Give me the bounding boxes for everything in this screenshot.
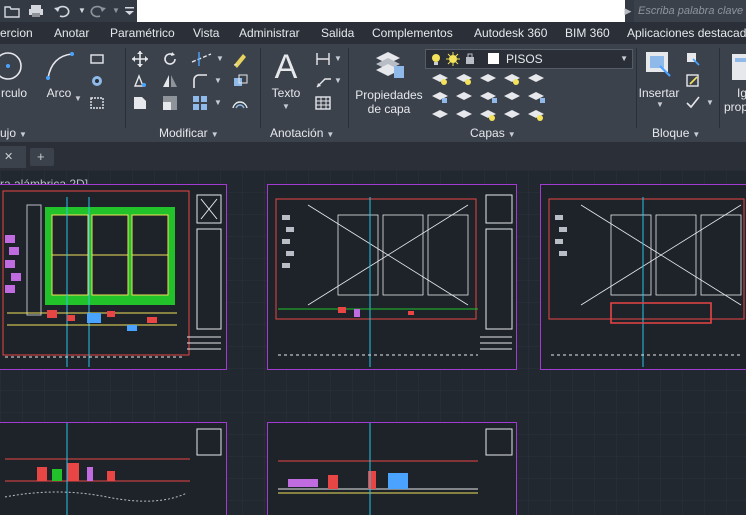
mirror-icon[interactable] <box>161 72 179 90</box>
trim-dropdown-icon[interactable]: ▼ <box>216 54 224 63</box>
layer-properties-label-2: de capa <box>367 102 411 116</box>
edit-block-icon[interactable] <box>684 72 702 90</box>
fillet-icon[interactable] <box>191 72 209 90</box>
layers-panel-title[interactable]: Capas ▼ <box>470 124 516 142</box>
explode-icon[interactable] <box>231 72 249 90</box>
block-panel-title[interactable]: Bloque ▼ <box>652 124 700 142</box>
annotation-panel-title[interactable]: Anotación ▼ <box>270 124 334 142</box>
panel-separator <box>719 48 720 128</box>
drawing-tab[interactable]: ✕ <box>0 146 26 168</box>
tab-insercion[interactable]: ercion <box>0 22 33 44</box>
new-tab-button[interactable]: + <box>30 148 54 166</box>
text-dropdown-icon[interactable]: ▼ <box>282 102 290 111</box>
elevation-drawing <box>4 423 222 515</box>
close-icon[interactable]: ✕ <box>4 149 13 165</box>
tab-complementos[interactable]: Complementos <box>372 22 453 44</box>
region-icon[interactable] <box>88 94 106 112</box>
layer-properties-label-1: Propiedades <box>355 88 423 102</box>
draw-panel-title[interactable]: ujo ▼ <box>0 124 27 142</box>
ribbon-tabs: ercion Anotar Paramétrico Vista Administ… <box>0 22 746 44</box>
arc-dropdown-icon[interactable]: ▼ <box>74 94 82 103</box>
tab-anotar[interactable]: Anotar <box>54 22 89 44</box>
copy-icon[interactable] <box>131 72 149 90</box>
panel-separator <box>348 48 349 128</box>
insert-block-icon <box>646 52 671 77</box>
arc-label: Arco <box>46 86 72 100</box>
print-icon[interactable] <box>26 2 46 20</box>
drawing-sheet-3[interactable] <box>540 184 746 370</box>
table-icon[interactable] <box>314 94 332 112</box>
arc-icon <box>46 52 74 80</box>
dimension-dropdown-icon[interactable]: ▼ <box>334 54 342 63</box>
tab-bim-360[interactable]: BIM 360 <box>565 22 610 44</box>
drawing-sheet-4[interactable] <box>0 422 227 515</box>
layer-state-icons <box>432 52 474 66</box>
section-drawing <box>278 423 513 515</box>
edit-attributes-dropdown-icon[interactable]: ▼ <box>706 98 714 107</box>
stretch-icon[interactable] <box>131 94 149 112</box>
array-icon[interactable] <box>191 94 209 112</box>
insert-label: Insertar <box>638 86 680 100</box>
chevron-down-icon: ▼ <box>620 54 628 63</box>
insert-dropdown-icon[interactable]: ▼ <box>656 100 664 109</box>
current-layer-name: PISOS <box>506 52 543 66</box>
array-dropdown-icon[interactable]: ▼ <box>214 98 222 107</box>
fillet-dropdown-icon[interactable]: ▼ <box>214 76 222 85</box>
match-properties-icon[interactable] <box>728 52 746 82</box>
properties-label-cut-1: Ig <box>737 86 746 100</box>
move-icon[interactable] <box>131 50 149 68</box>
svg-text:A: A <box>275 48 298 86</box>
quick-access-toolbar: ▼ ▼ ▶ Escriba palabra clave o <box>0 0 746 22</box>
plus-icon: + <box>37 149 45 164</box>
circle-icon <box>0 52 22 80</box>
open-folder-icon[interactable] <box>2 2 22 20</box>
scale-icon[interactable] <box>161 94 179 112</box>
leader-icon[interactable] <box>314 72 332 90</box>
text-icon: A <box>275 48 298 86</box>
floor-finish-plan-drawing <box>548 197 745 367</box>
drawing-canvas[interactable]: ra alámbrica 2D] <box>0 170 746 515</box>
drawing-sheet-1[interactable] <box>0 184 227 370</box>
layer-tool-icons[interactable] <box>430 70 630 122</box>
ribbon: rculo Arco ▼ ujo ▼ ▼ ▼ ▼ Modificar ▼ A Tex… <box>0 44 746 142</box>
tab-vista[interactable]: Vista <box>193 22 219 44</box>
panel-separator <box>260 48 261 128</box>
search-input[interactable]: Escriba palabra clave o <box>634 0 746 22</box>
layer-color-swatch <box>488 53 499 64</box>
drawing-sheet-2[interactable] <box>267 184 517 370</box>
text-label: Texto <box>271 86 301 100</box>
tab-aplicaciones-destacadas[interactable]: Aplicaciones destacadas <box>627 22 746 44</box>
tab-parametrico[interactable]: Paramétrico <box>110 22 175 44</box>
erase-icon[interactable] <box>231 50 249 68</box>
undo-icon[interactable] <box>52 2 72 20</box>
trim-icon[interactable] <box>191 50 212 68</box>
edit-attributes-icon[interactable] <box>684 94 702 112</box>
drawing-sheet-5[interactable] <box>267 422 517 515</box>
linear-dimension-icon[interactable] <box>314 50 332 68</box>
tab-autodesk-360[interactable]: Autodesk 360 <box>474 22 547 44</box>
document-tabs: ✕ + <box>0 142 746 170</box>
tab-salida[interactable]: Salida <box>321 22 354 44</box>
panel-separator <box>125 48 126 128</box>
insert-block-button[interactable] <box>640 48 680 88</box>
rectangle-icon[interactable] <box>88 50 106 68</box>
create-block-icon[interactable] <box>684 50 702 68</box>
offset-icon[interactable] <box>231 94 249 112</box>
layer-tools-grid <box>430 70 630 122</box>
modify-panel-title[interactable]: Modificar ▼ <box>159 124 219 142</box>
floor-plan-drawing <box>2 190 222 367</box>
title-bar <box>137 0 625 22</box>
chevron-right-icon[interactable]: ▶ <box>622 0 634 22</box>
rotate-icon[interactable] <box>161 50 179 68</box>
structural-plan-drawing <box>275 194 513 367</box>
tab-administrar[interactable]: Administrar <box>239 22 300 44</box>
layer-properties-icon <box>376 52 404 78</box>
layer-dropdown[interactable]: PISOS ▼ <box>425 49 633 69</box>
circle-label: rculo <box>0 86 27 100</box>
redo-icon[interactable] <box>88 2 108 20</box>
leader-dropdown-icon[interactable]: ▼ <box>334 76 342 85</box>
properties-label-cut-2: prop <box>724 100 746 114</box>
hatch-icon[interactable] <box>88 72 106 90</box>
